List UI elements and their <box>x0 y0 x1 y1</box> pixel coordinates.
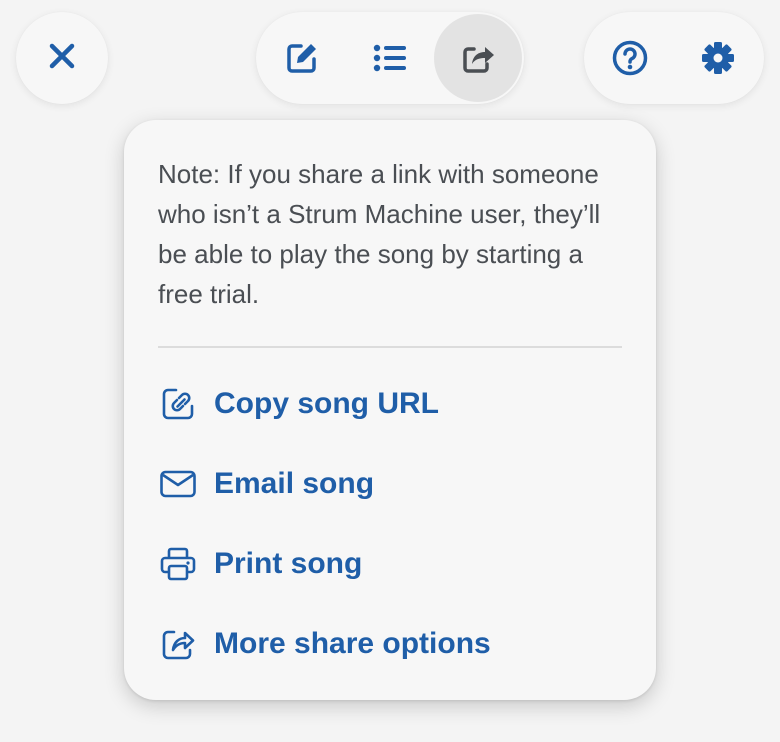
more-share-options-label: More share options <box>214 627 491 660</box>
envelope-icon <box>158 464 198 504</box>
print-song-item[interactable]: Print song <box>158 536 362 592</box>
copy-song-url-label: Copy song URL <box>214 387 439 420</box>
print-song-label: Print song <box>214 547 363 580</box>
list-button[interactable] <box>346 14 434 102</box>
edit-icon <box>284 40 320 76</box>
printer-icon <box>158 544 198 584</box>
more-share-options-item[interactable]: More share options <box>158 616 491 672</box>
toolbar-group <box>256 12 524 104</box>
divider <box>158 346 622 348</box>
email-song-label: Email song <box>214 467 375 500</box>
edit-button[interactable] <box>258 14 346 102</box>
settings-button[interactable] <box>674 14 762 102</box>
close-icon <box>48 42 76 75</box>
share-menu: Note: If you share a link with someone w… <box>124 120 656 700</box>
list-icon <box>372 40 408 76</box>
share-icon <box>158 624 198 664</box>
help-icon <box>611 39 649 77</box>
help-button[interactable] <box>586 14 674 102</box>
share-note: Note: If you share a link with someone w… <box>158 159 601 309</box>
close-button[interactable] <box>16 12 108 104</box>
share-icon <box>460 40 496 76</box>
email-song-item[interactable]: Email song <box>158 456 374 512</box>
gear-icon <box>700 40 736 76</box>
copy-song-url-item[interactable]: Copy song URL <box>158 376 439 432</box>
link-icon <box>158 384 198 424</box>
help-settings-group <box>584 12 764 104</box>
share-button[interactable] <box>434 14 522 102</box>
